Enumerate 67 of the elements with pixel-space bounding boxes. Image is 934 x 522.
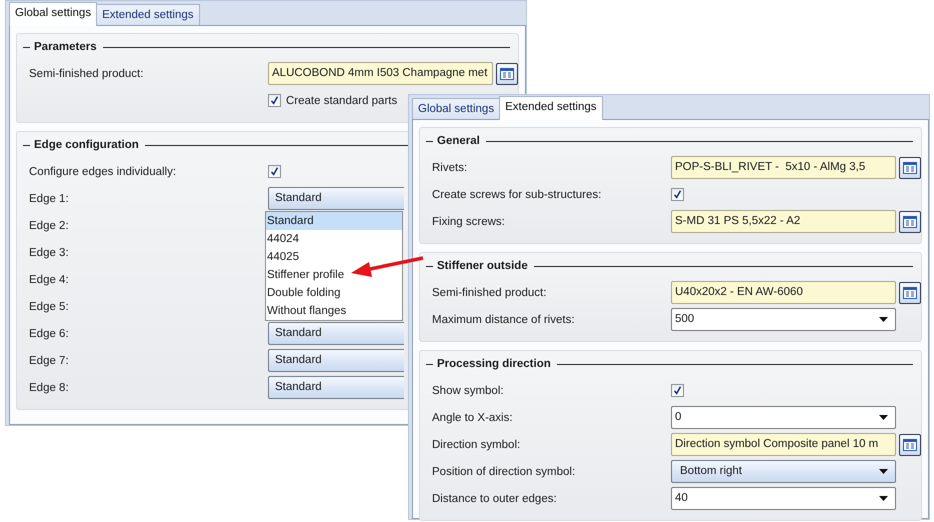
field-label: Edge 3:	[29, 246, 70, 258]
dropdown[interactable]: Standard	[268, 187, 404, 210]
field-label: Show symbol:	[432, 384, 505, 396]
field-label: Semi-finished product:	[29, 68, 144, 80]
checkbox[interactable]	[671, 384, 684, 397]
caret-icon	[879, 317, 888, 322]
group-title: Parameters	[34, 41, 97, 53]
checkbox[interactable]	[671, 188, 684, 201]
dropdown[interactable]: Standard	[268, 322, 404, 345]
table-icon	[903, 216, 917, 228]
field-label: Maximum distance of rivets:	[432, 314, 576, 326]
caret-icon	[879, 469, 888, 474]
list-option[interactable]: Standard	[266, 212, 402, 230]
field-label: Edge 7:	[29, 354, 70, 366]
caret-icon	[879, 496, 888, 501]
field-label: Edge 6:	[29, 328, 70, 340]
field-label: Configure edges individually:	[29, 166, 178, 178]
browse-button[interactable]	[899, 282, 921, 304]
tab[interactable]: Extended settings	[499, 96, 602, 120]
checkbox[interactable]	[268, 165, 281, 178]
field-label: Create screws for sub-structures:	[432, 188, 602, 200]
field-label: Edge 1:	[29, 192, 70, 204]
list-option[interactable]: 44025	[266, 248, 299, 266]
group-title: Edge configuration	[34, 139, 139, 151]
checkbox-label: Create standard parts	[286, 94, 398, 106]
browse-button[interactable]	[496, 62, 518, 84]
browse-button[interactable]	[899, 434, 921, 456]
field-label: Edge 5:	[29, 300, 70, 312]
lookup-field[interactable]: POP-S-BLI_RIVET - 5x10 - AlMg 3,5	[671, 156, 896, 179]
list-option[interactable]: 44024	[266, 230, 299, 248]
field-label: Direction symbol:	[432, 438, 522, 450]
list-option[interactable]: Stiffener profile	[266, 266, 344, 284]
group-title: Processing direction	[437, 358, 551, 370]
field-label: Semi-finished product:	[432, 286, 548, 298]
table-icon	[500, 68, 514, 80]
list-option[interactable]: Without flanges	[266, 302, 346, 320]
lookup-field[interactable]: U40x20x2 - EN AW-6060	[671, 281, 896, 304]
field-label: Angle to X-axis:	[432, 412, 514, 424]
tab[interactable]: Extended settings	[96, 4, 200, 25]
table-icon	[903, 286, 917, 298]
caret-icon	[879, 415, 888, 420]
field-label: Rivets:	[432, 162, 468, 174]
list-option[interactable]: Double folding	[266, 284, 341, 302]
field-label: Position of direction symbol:	[432, 466, 576, 478]
field-label: Fixing screws:	[432, 216, 506, 228]
table-icon	[903, 162, 917, 174]
dropdown[interactable]: 0	[671, 406, 896, 429]
field-label: Edge 8:	[29, 382, 70, 394]
tab[interactable]: Global settings	[9, 2, 98, 26]
dropdown[interactable]: Standard	[268, 349, 404, 372]
table-icon	[903, 438, 917, 450]
lookup-field[interactable]: ALUCOBOND 4mm I503 Champagne met	[268, 62, 493, 85]
dropdown[interactable]: Standard	[268, 376, 404, 399]
checkbox[interactable]	[268, 94, 281, 107]
browse-button[interactable]	[899, 210, 921, 232]
group-title: General	[437, 135, 480, 147]
group-title: Stiffener outside	[437, 260, 528, 272]
lookup-field[interactable]: S-MD 31 PS 5,5x22 - A2	[671, 210, 896, 233]
tab[interactable]: Global settings	[412, 98, 500, 119]
field-label: Edge 4:	[29, 274, 70, 286]
browse-button[interactable]	[899, 156, 921, 178]
field-label: Distance to outer edges:	[432, 492, 558, 504]
lookup-field[interactable]: Direction symbol Composite panel 10 m	[671, 433, 896, 456]
dropdown[interactable]: Bottom right	[671, 460, 896, 483]
field-label: Edge 2:	[29, 220, 70, 232]
dropdown[interactable]: 40	[671, 487, 896, 510]
dropdown[interactable]: 500	[671, 308, 896, 331]
